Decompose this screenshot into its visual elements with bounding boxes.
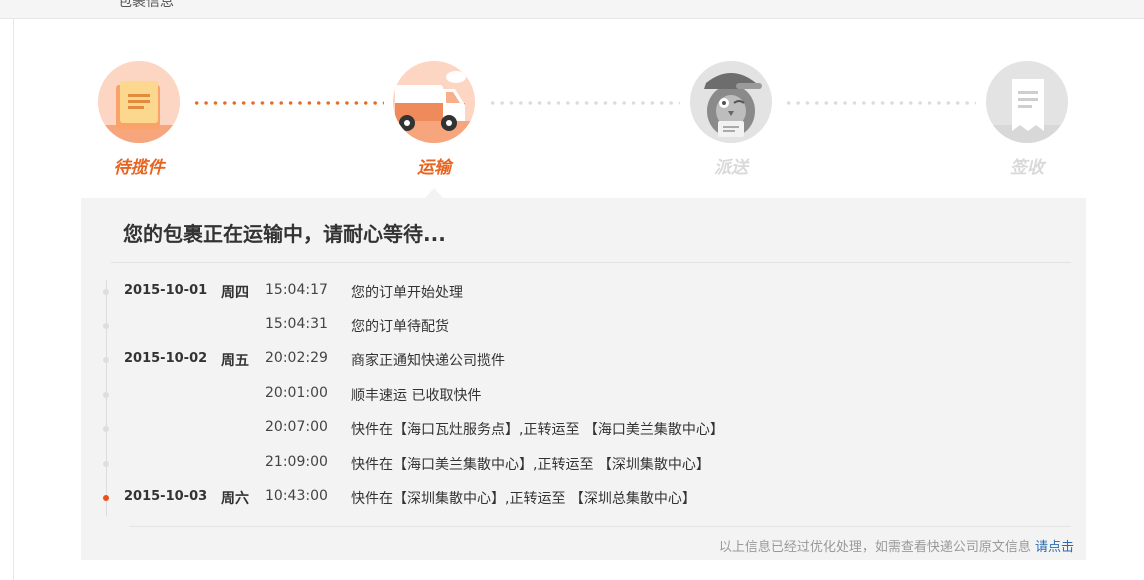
event-time: 20:02:29 [265,350,328,366]
step-pickup [98,61,180,143]
step-signed [986,61,1068,143]
tracking-event: 20:01:00 顺丰速运 已收取快件 [81,385,1081,405]
receipt-icon [986,61,1068,143]
top-bar: 包裹信息 [0,0,1144,19]
left-border [13,18,14,580]
event-date: 2015-10-03 [124,489,208,504]
tracking-event: 15:04:31 您的订单待配货 [81,316,1081,336]
panel-divider [111,262,1071,263]
step-pickup-label: 待揽件 [113,158,165,178]
footer-text: 以上信息已经过优化处理，如需查看快递公司原文信息 [718,540,1031,555]
event-time: 20:01:00 [265,385,328,401]
step-transport [393,61,475,143]
progress-dots-pending-1 [488,101,680,105]
event-time: 21:09:00 [265,454,328,470]
event-desc: 商家正通知快递公司揽件 [351,353,505,369]
event-desc: 顺丰速运 已收取快件 [351,388,482,404]
tracking-event-latest: 2015-10-03 周六 10:43:00 快件在【深圳集散中心】,正转运至 … [81,488,1081,508]
event-desc: 您的订单待配货 [351,319,449,335]
event-time: 20:07:00 [265,419,328,435]
timeline-dot-current [103,495,109,501]
progress-dots-pending-2 [784,101,976,105]
truck-icon [393,61,475,143]
event-desc: 您的订单开始处理 [351,285,463,301]
event-desc: 快件在【海口瓦灶服务点】,正转运至 【海口美兰集散中心】 [351,422,724,438]
package-list-icon [98,61,180,143]
timeline-dot [103,357,109,363]
step-signed-label: 签收 [1010,158,1044,178]
tracking-event: 20:07:00 快件在【海口瓦灶服务点】,正转运至 【海口美兰集散中心】 [81,419,1081,439]
panel-title: 您的包裹正在运输中，请耐心等待... [123,222,446,246]
event-weekday: 周五 [221,353,249,369]
tracking-event: 21:09:00 快件在【海口美兰集散中心】,正转运至 【深圳集散中心】 [81,454,1081,474]
footer-note: 以上信息已经过优化处理，如需查看快递公司原文信息 请点击 [719,536,1074,555]
timeline-dot [103,289,109,295]
event-desc: 快件在【深圳集散中心】,正转运至 【深圳总集散中心】 [351,491,696,507]
event-date: 2015-10-01 [124,283,208,298]
step-delivery-label: 派送 [714,158,748,178]
current-step-pointer [425,188,443,198]
tracking-event: 2015-10-02 周五 20:02:29 商家正通知快递公司揽件 [81,350,1081,370]
original-info-link[interactable]: 请点击 [1035,540,1074,555]
timeline-dot [103,426,109,432]
event-time: 15:04:17 [265,282,328,298]
event-date: 2015-10-02 [124,351,208,366]
event-time: 10:43:00 [265,488,328,504]
tracking-event: 2015-10-01 周四 15:04:17 您的订单开始处理 [81,282,1081,302]
event-time: 15:04:31 [265,316,328,332]
tracking-panel: 您的包裹正在运输中，请耐心等待... 2015-10-01 周四 15:04:1… [81,198,1086,560]
timeline-dot [103,323,109,329]
progress-dots-done [192,101,384,105]
courier-icon [690,61,772,143]
event-weekday: 周六 [221,491,249,507]
event-desc: 快件在【海口美兰集散中心】,正转运至 【深圳集散中心】 [351,457,710,473]
event-weekday: 周四 [221,285,249,301]
timeline-dot [103,461,109,467]
section-heading: 包裹信息 [118,0,174,10]
step-transport-label: 运输 [417,158,451,178]
footer-divider [129,526,1071,527]
step-delivery [690,61,772,143]
timeline-dot [103,392,109,398]
